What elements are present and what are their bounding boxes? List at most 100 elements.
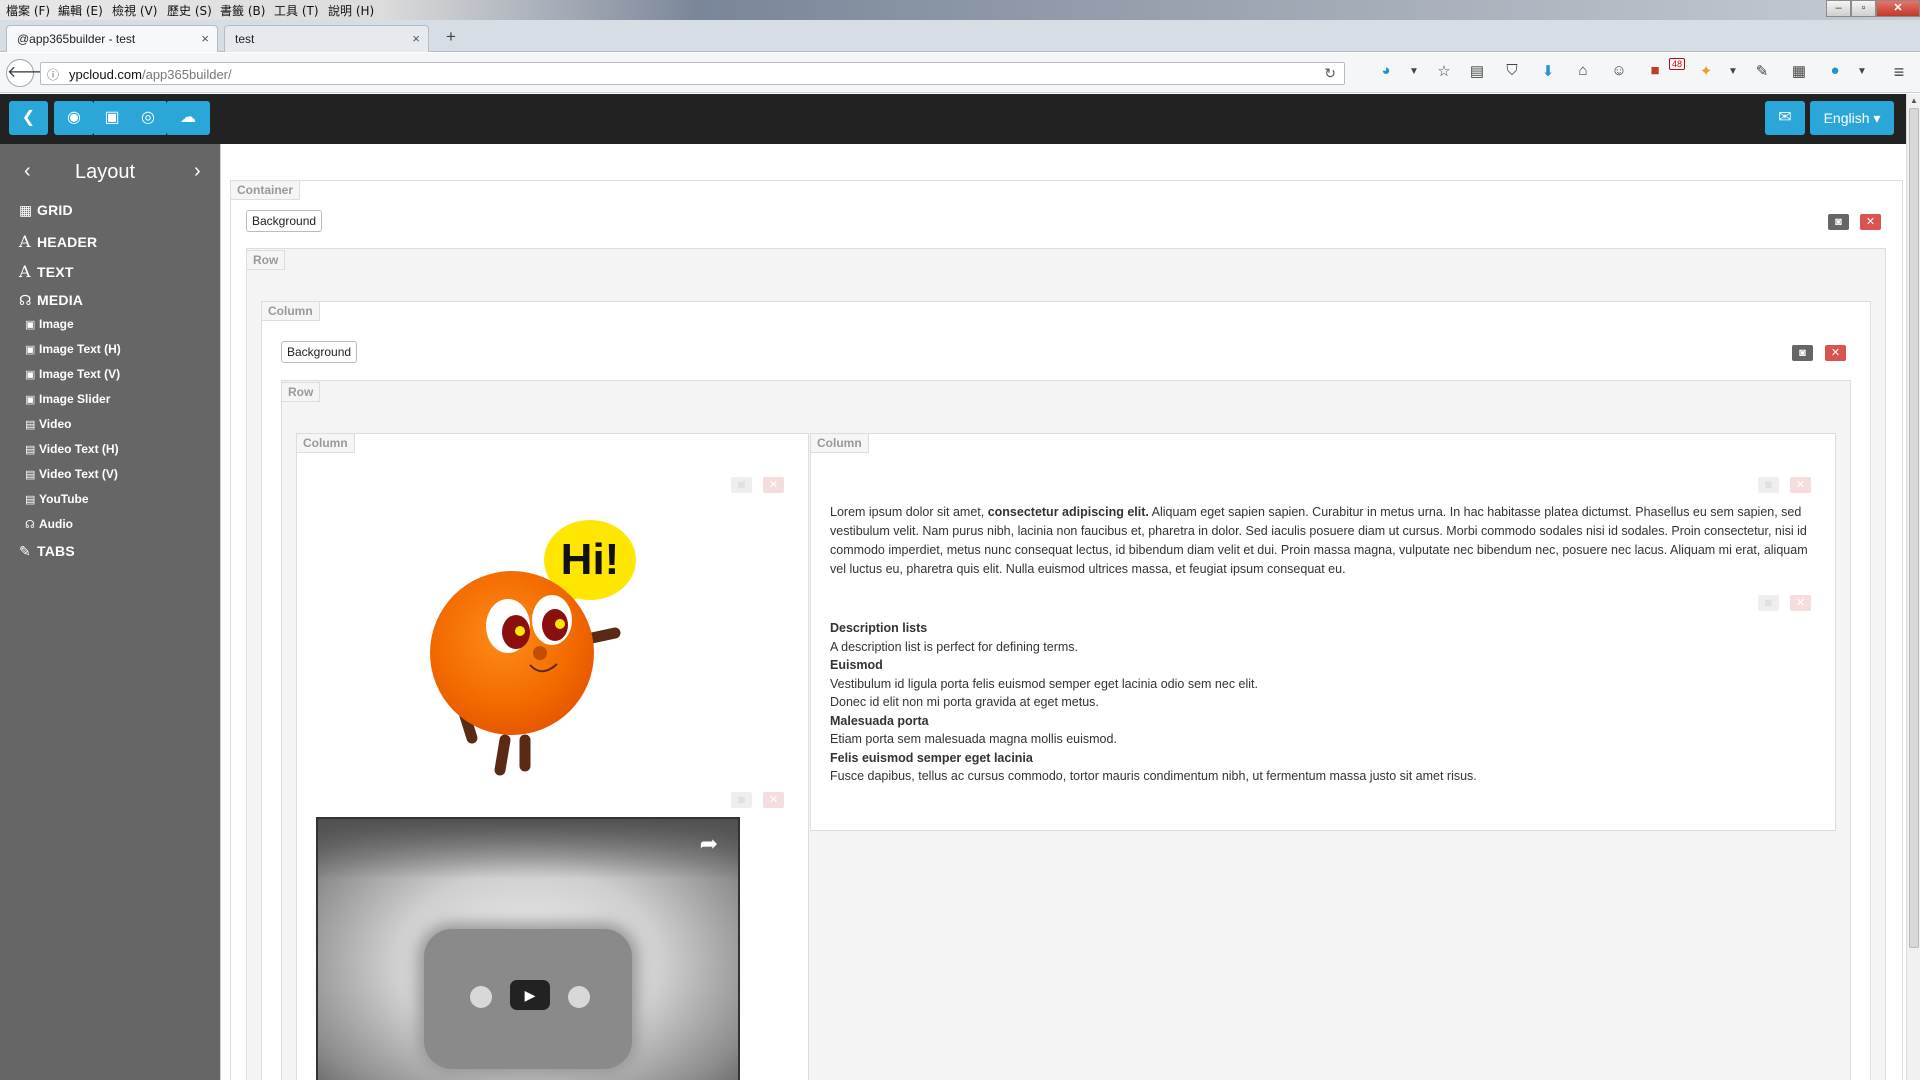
sidebar-item-label: GRID [37,202,73,218]
settings-button[interactable]: ◙ [731,792,752,808]
sidebar-item-tabs[interactable]: ✎ TABS [19,543,75,560]
font-icon: A [19,232,31,251]
mascot-image[interactable]: Hi! [420,508,690,778]
tab-close-icon[interactable]: × [412,31,420,46]
download-icon[interactable]: ⬇ [1538,62,1558,80]
sync-icon[interactable]: ◕ [1376,62,1396,79]
sidebar-item-text[interactable]: A TEXT [19,262,74,281]
home-icon[interactable]: ⌂ [1573,62,1593,79]
sidebar-item-audio[interactable]: ☊ Audio [25,517,73,531]
picture-icon: ▣ [25,344,36,356]
menu-bookmarks[interactable]: 書籤 (B) [220,2,265,19]
scrollbar-thumb[interactable] [1909,108,1919,948]
sidebar-item-video-text-v[interactable]: ▤ Video Text (V) [25,467,118,481]
description-list[interactable]: Description lists A description list is … [830,619,1816,786]
page-scrollbar[interactable]: ▲ [1906,94,1920,1080]
settings-button[interactable]: ◙ [1828,214,1849,230]
reader-icon[interactable]: ▤ [1467,62,1487,80]
sidebar-item-video-text-h[interactable]: ▤ Video Text (H) [25,442,119,456]
menu-help[interactable]: 說明 (H) [328,2,374,19]
sidebar-item-label: Image [39,317,74,331]
dl-term: Euismod [830,658,883,672]
lorem-paragraph[interactable]: Lorem ipsum dolor sit amet, consectetur … [830,503,1816,579]
language-dropdown[interactable]: English ▾ [1810,101,1894,135]
menu-history[interactable]: 歷史 (S) [167,2,212,19]
info-icon[interactable]: ⓘ [47,66,59,83]
background-button[interactable]: Background [246,210,323,232]
sidebar-item-media[interactable]: ☊ MEDIA [19,292,83,309]
note-icon[interactable]: ✎ [1752,62,1772,80]
sidebar-item-image[interactable]: ▣ Image [25,317,74,331]
addon2-icon[interactable]: ✦ [1696,62,1716,80]
dropdown3-icon[interactable]: ▼ [1852,66,1872,77]
sidebar-item-label: Video [39,417,72,431]
delete-button[interactable]: ✕ [763,477,784,493]
sidebar-next-button[interactable]: › [194,160,201,183]
settings-button[interactable]: ◙ [1758,477,1779,493]
play-icon[interactable]: ▶ [510,980,550,1010]
sidebar-item-label: Image Text (H) [39,342,121,356]
film-icon: ▤ [25,444,36,456]
sidebar-item-youtube[interactable]: ▤ YouTube [25,492,89,506]
browser-back-button[interactable]: 🡐 [6,59,50,87]
dropdown2-icon[interactable]: ▼ [1723,66,1743,77]
sidebar-item-image-text-h[interactable]: ▣ Image Text (H) [25,342,121,356]
url-bar[interactable]: ⓘ ypcloud.com/app365builder/ ↻ [40,62,1345,85]
tabs-icon[interactable]: ▦ [1789,62,1809,80]
delete-button[interactable]: ✕ [1860,214,1881,230]
dropdown-icon[interactable]: ▼ [1404,66,1424,77]
sidebar-item-video[interactable]: ▤ Video [25,417,71,431]
new-tab-button[interactable]: + [446,27,456,47]
menu-icon[interactable]: ≡ [1889,62,1909,83]
sidebar-item-image-slider[interactable]: ▣ Image Slider [25,392,110,406]
close-icon: ✕ [1795,597,1806,609]
menu-file[interactable]: 檔案 (F) [6,2,50,19]
close-window-button[interactable]: ✕ [1876,0,1920,17]
chat-icon[interactable]: ☺ [1609,62,1629,79]
extension-icon[interactable]: ● [1825,62,1845,79]
settings-button[interactable]: ◙ [731,477,752,493]
maximize-button[interactable]: ▫ [1851,0,1876,17]
sidebar-item-grid[interactable]: ▦ GRID [19,202,73,219]
dl-desc: A description list is perfect for defini… [830,639,1079,654]
settings-button[interactable]: ◙ [1792,345,1813,361]
browser-tab-active[interactable]: @app365builder - test × [6,25,218,52]
youtube-video-player[interactable]: ➦ ▶ [316,817,740,1080]
scroll-up-icon[interactable]: ▲ [1910,96,1918,105]
film-icon: ▤ [25,419,36,431]
delete-button[interactable]: ✕ [1825,345,1846,361]
settings-button[interactable]: ◙ [1758,595,1779,611]
window-controls: – ▫ ✕ [1826,0,1920,20]
share-icon[interactable]: ➦ [700,831,718,857]
star-icon[interactable]: ☆ [1434,62,1454,80]
row-label: Row [281,382,321,402]
tab-close-icon[interactable]: × [201,31,209,46]
back-button[interactable]: ❮ [9,101,48,135]
menu-edit[interactable]: 編輯 (E) [58,2,103,19]
column-label: Column [296,433,355,453]
publish-button[interactable]: ☁ [166,101,210,135]
reload-icon[interactable]: ↻ [1324,65,1336,82]
menu-tools[interactable]: 工具 (T) [274,2,319,19]
menu-view[interactable]: 檢視 (V) [112,2,157,19]
preview-button[interactable]: ◎ [130,101,166,135]
layout-sidebar: ‹ Layout › ▦ GRID A HEADER A TEXT ☊ MEDIA ▣ I… [0,144,220,1080]
sidebar-item-label: HEADER [37,234,98,250]
background-button[interactable]: Background [281,341,358,363]
sidebar-item-image-text-v[interactable]: ▣ Image Text (V) [25,367,120,381]
sidebar-item-header[interactable]: A HEADER [19,232,97,251]
camera-icon: ◙ [1835,216,1842,228]
save-button[interactable]: ▣ [94,101,130,135]
pocket-icon[interactable]: ⛉ [1502,62,1522,79]
addon-icon[interactable]: ■ [1645,62,1665,79]
delete-button[interactable]: ✕ [1790,477,1811,493]
mail-button[interactable]: ✉ [1765,101,1805,135]
delete-button[interactable]: ✕ [763,792,784,808]
sidebar-item-label: Video Text (V) [39,467,118,481]
minimize-button[interactable]: – [1826,0,1851,17]
browser-tab[interactable]: test × [224,25,429,52]
font-icon: A [19,262,31,281]
undo-button[interactable]: ◉ [54,101,94,135]
delete-button[interactable]: ✕ [1790,595,1811,611]
sidebar-title: Layout [74,161,136,183]
